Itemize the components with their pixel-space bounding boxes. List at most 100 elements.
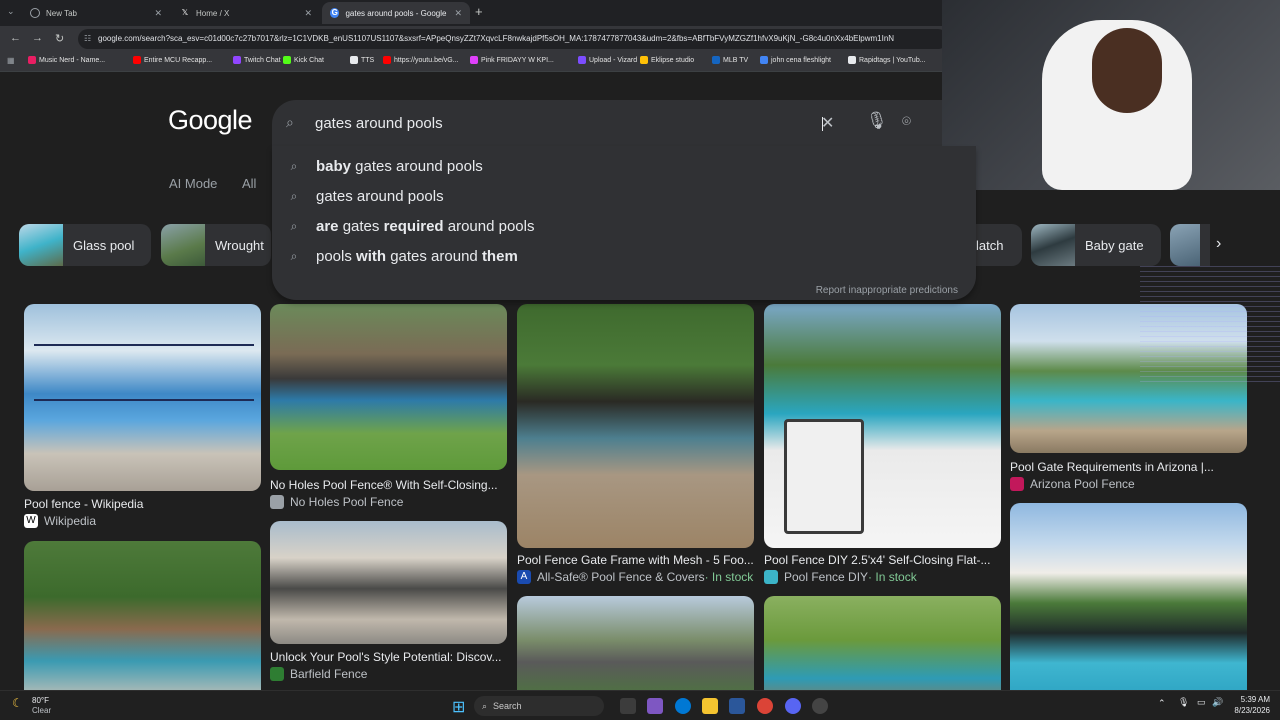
result-image[interactable] (517, 304, 754, 548)
chip-label: Baby gate (1085, 237, 1144, 253)
report-predictions-link[interactable]: Report inappropriate predictions (816, 285, 958, 296)
clock-date[interactable]: 8/23/2026 (1226, 706, 1270, 715)
result-image[interactable] (764, 304, 1001, 548)
bookmark-item[interactable]: Twitch Chat (233, 56, 281, 64)
bookmark-item[interactable]: john cena fleshlight (760, 56, 831, 64)
search-box[interactable]: ⌕ gates around pools ✕ 🎙 ⌾ (272, 100, 976, 146)
source-name: Barfield Fence (290, 667, 368, 681)
task-view-icon[interactable] (620, 698, 636, 714)
clock-time[interactable]: 5:39 AM (1226, 695, 1270, 704)
result-source[interactable]: Barfield Fence (270, 667, 367, 681)
close-icon[interactable]: ✕ (304, 8, 312, 19)
tray-chevron-up-icon[interactable]: ⌃ (1158, 698, 1166, 709)
source-favicon-icon (270, 495, 284, 509)
site-info-icon[interactable]: ☷ (84, 29, 91, 49)
bookmark-item[interactable]: Entire MCU Recapp... (133, 56, 212, 64)
result-source[interactable]: Pool Fence DIY · In stock (764, 570, 917, 584)
tab-new-tab[interactable]: New Tab ✕ (22, 2, 170, 24)
chip-latch[interactable]: latch (970, 224, 1022, 266)
bookmark-item[interactable]: Music Nerd - Name... (28, 56, 105, 64)
file-explorer-icon[interactable] (702, 698, 718, 714)
volume-icon[interactable]: 🔊 (1212, 697, 1223, 708)
chip-partial[interactable] (1170, 224, 1210, 266)
chip-label: Wrought (215, 237, 264, 253)
tab-title: Home / X (196, 8, 230, 18)
result-source[interactable]: A All-Safe® Pool Fence & Covers · In stoc… (517, 570, 753, 584)
result-image[interactable] (517, 596, 754, 690)
result-image[interactable] (764, 596, 1001, 690)
result-image[interactable] (1010, 503, 1247, 690)
result-image[interactable] (270, 521, 507, 644)
result-source[interactable]: No Holes Pool Fence (270, 495, 403, 509)
google-logo[interactable]: Google (168, 105, 253, 136)
tab-ai-mode[interactable]: AI Mode (169, 176, 217, 191)
tab-search-icon[interactable]: ⌄ (7, 6, 15, 17)
edge-icon[interactable] (675, 698, 691, 714)
discord-icon[interactable] (785, 698, 801, 714)
suggestion-item[interactable]: ⌕ baby gates around pools (284, 152, 964, 180)
suggestion-item[interactable]: ⌕ pools with gates around them (284, 242, 964, 270)
result-title[interactable]: Pool Fence Gate Frame with Mesh - 5 Foo.… (517, 553, 754, 567)
bookmark-item[interactable]: Eklipse studio (640, 56, 694, 64)
search-icon: ⌕ (290, 158, 298, 173)
stock-status: · In stock (868, 570, 917, 584)
close-icon[interactable]: ✕ (154, 8, 162, 19)
result-title[interactable]: Unlock Your Pool's Style Potential: Disc… (270, 650, 507, 664)
tab-all[interactable]: All (242, 176, 256, 191)
bookmark-favicon-icon (470, 56, 478, 64)
bookmark-label: Upload - Vizard (589, 56, 638, 64)
result-title[interactable]: Pool Fence DIY 2.5'x4' Self-Closing Flat… (764, 553, 1001, 567)
result-title[interactable]: Pool fence - Wikipedia (24, 497, 261, 511)
windows-start-icon[interactable]: ⊞ (452, 697, 465, 717)
chip-wrought[interactable]: Wrought (161, 224, 271, 266)
suggestion-bold: baby (316, 157, 352, 175)
microphone-icon[interactable]: 🎙 (1178, 697, 1189, 708)
taskbar-search[interactable]: ⌕ Search (474, 696, 604, 716)
bookmark-item[interactable]: https://youtu.be/vG... (383, 56, 459, 64)
microphone-icon[interactable]: 🎙 (866, 111, 888, 131)
result-title[interactable]: No Holes Pool Fence® With Self-Closing..… (270, 478, 507, 492)
search-input[interactable]: gates around pools (315, 115, 443, 132)
network-icon[interactable]: ▭ (1197, 697, 1206, 708)
apps-grid-icon[interactable]: ▦ (7, 56, 15, 65)
result-image[interactable] (24, 304, 261, 491)
chip-glass-pool[interactable]: Glass pool (19, 224, 151, 266)
bookmark-item[interactable]: Rapidtags | YouTub... (848, 56, 926, 64)
new-tab-button[interactable]: + (475, 4, 483, 19)
suggestion-item[interactable]: ⌕ are gates required around pools (284, 212, 964, 240)
back-arrow-icon[interactable]: ← (10, 32, 21, 44)
bookmark-item[interactable]: Kick Chat (283, 56, 324, 64)
suggestion-text: pools (316, 247, 357, 265)
stock-status: · In stock (704, 570, 754, 584)
forward-arrow-icon[interactable]: → (32, 32, 43, 44)
bookmark-item[interactable]: Upload - Vizard (578, 56, 637, 64)
bookmark-item[interactable]: Pink FRIDAYY W KPI... (470, 56, 554, 64)
tab-google-search[interactable]: G gates around pools - Google S ✕ (322, 2, 470, 24)
result-image[interactable] (24, 541, 261, 690)
bookmark-favicon-icon (350, 56, 358, 64)
app-icon[interactable] (812, 698, 828, 714)
result-title[interactable]: Pool Gate Requirements in Arizona |... (1010, 460, 1247, 474)
address-bar[interactable]: ☷ google.com/search?sca_esv=c01d00c7c27b… (78, 29, 948, 49)
result-source[interactable]: W Wikipedia (24, 514, 96, 528)
result-image[interactable] (270, 304, 507, 470)
bookmark-favicon-icon (760, 56, 768, 64)
chip-baby-gate[interactable]: Baby gate (1031, 224, 1161, 266)
tab-x-home[interactable]: 𝕏 Home / X ✕ (172, 2, 320, 24)
clear-icon[interactable]: ✕ (821, 113, 834, 133)
store-icon[interactable] (729, 698, 745, 714)
close-icon[interactable]: ✕ (454, 8, 462, 19)
copilot-icon[interactable] (647, 698, 663, 714)
suggestion-text: gates (338, 217, 384, 235)
lens-camera-icon[interactable]: ⌾ (902, 113, 911, 130)
streamer-face (1092, 28, 1162, 113)
bookmark-item[interactable]: MLB TV (712, 56, 748, 64)
weather-temp[interactable]: 80°F (32, 696, 49, 705)
weather-desc[interactable]: Clear (32, 706, 51, 715)
reload-icon[interactable]: ↻ (55, 32, 64, 45)
chrome-icon[interactable] (757, 698, 773, 714)
bookmark-item[interactable]: TTS (350, 56, 374, 64)
result-source[interactable]: Arizona Pool Fence (1010, 477, 1135, 491)
suggestion-item[interactable]: ⌕ gates around pools (284, 182, 964, 210)
chevron-right-icon[interactable]: › (1216, 235, 1221, 253)
